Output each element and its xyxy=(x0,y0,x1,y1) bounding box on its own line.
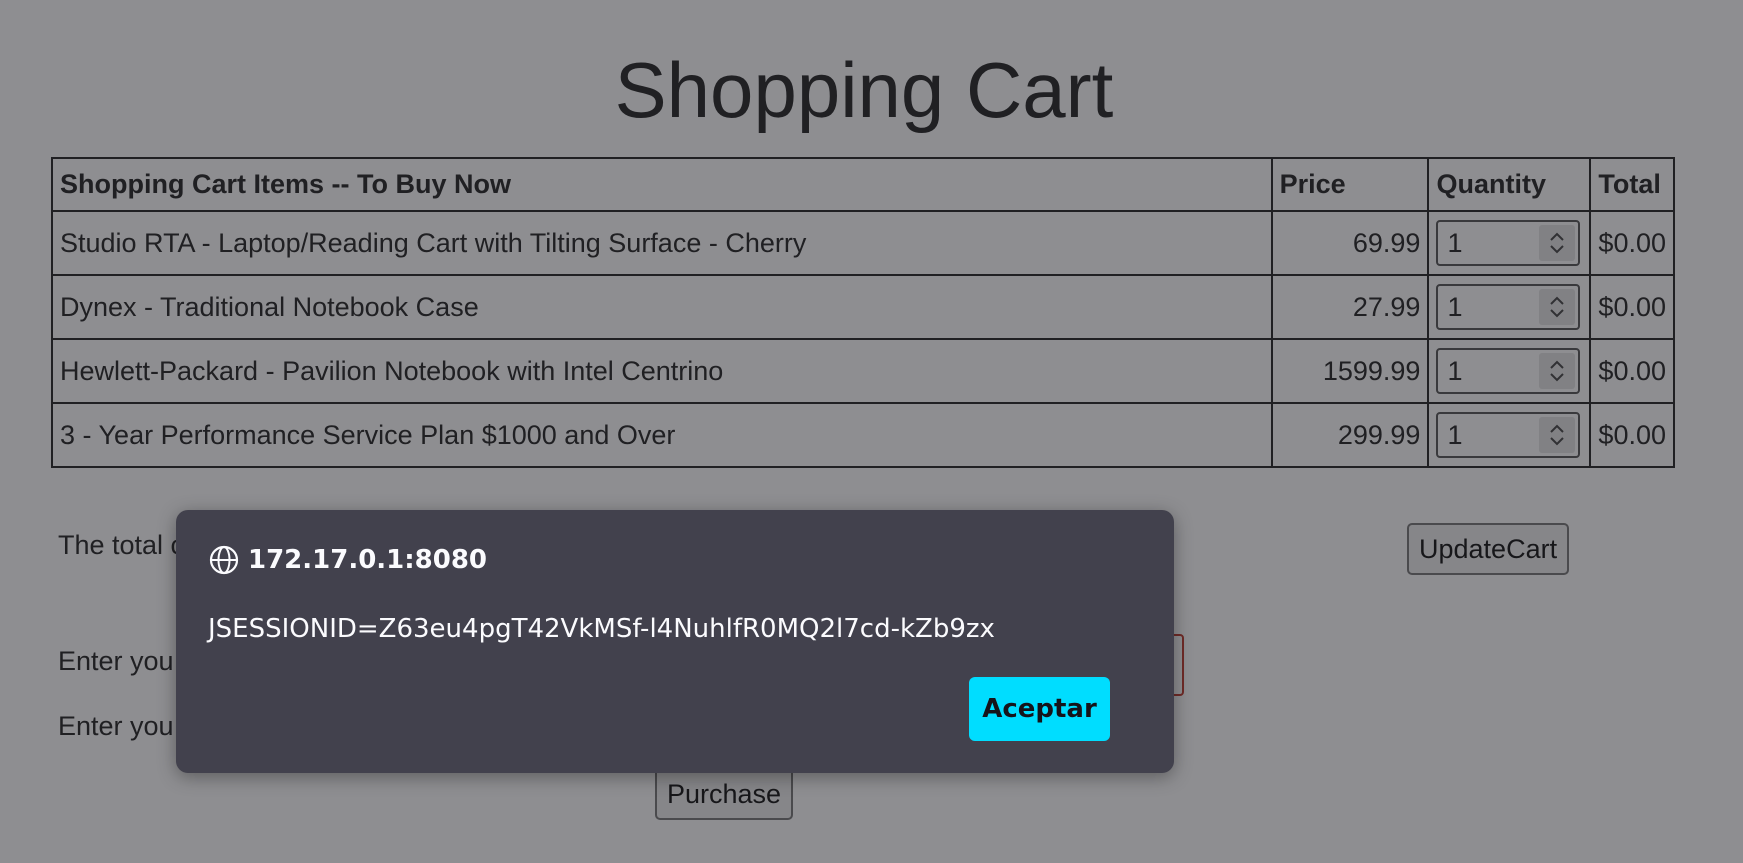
shopping-cart-page: Shopping Cart Shopping Cart Items -- To … xyxy=(0,0,1743,863)
accept-button[interactable]: Aceptar xyxy=(969,677,1110,741)
dialog-origin: 172.17.0.1:8080 xyxy=(248,545,488,575)
globe-icon xyxy=(209,545,239,575)
dialog-message: JSESSIONID=Z63eu4pgT42VkMSf-l4NuhlfR0MQ2… xyxy=(208,614,995,644)
dialog-header: 172.17.0.1:8080 xyxy=(208,544,487,576)
alert-dialog: 172.17.0.1:8080 JSESSIONID=Z63eu4pgT42Vk… xyxy=(176,510,1174,773)
